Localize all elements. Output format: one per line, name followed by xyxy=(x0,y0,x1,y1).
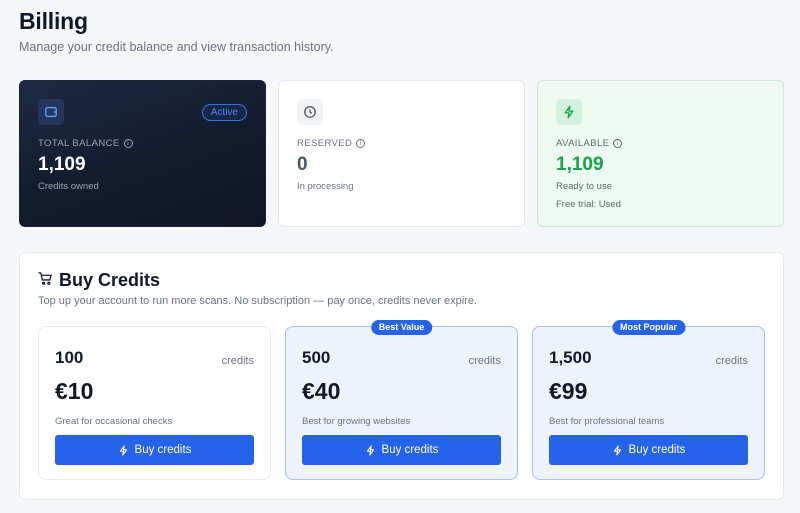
pack-amount: 500 xyxy=(302,348,331,367)
pack-description: Great for occasional checks xyxy=(55,416,173,427)
buy-credits-button-1500[interactable]: Buy credits xyxy=(549,435,748,465)
total-balance-label-text: TOTAL BALANCE xyxy=(38,138,120,149)
pack-unit: credits xyxy=(221,355,254,367)
lightning-icon xyxy=(556,99,582,125)
reserved-label-text: RESERVED xyxy=(297,138,353,149)
button-label: Buy credits xyxy=(134,444,192,456)
pack-amount: 100 xyxy=(55,348,84,367)
available-card: AVAILABLE i 1,109 Ready to use Free tria… xyxy=(537,80,784,227)
total-balance-card: Active TOTAL BALANCE i 1,109 Credits own… xyxy=(19,80,266,227)
buy-credits-button-100[interactable]: Buy credits xyxy=(55,435,254,465)
pack-price: €40 xyxy=(302,378,341,404)
free-trial-status: Free trial: Used xyxy=(556,199,621,210)
buy-credits-button-500[interactable]: Buy credits xyxy=(302,435,501,465)
buy-credits-title-text: Buy Credits xyxy=(59,270,161,290)
info-icon[interactable]: i xyxy=(356,139,366,148)
total-balance-caption: Credits owned xyxy=(38,181,99,192)
lightning-icon xyxy=(366,444,374,456)
lightning-icon xyxy=(119,444,127,456)
pack-amount: 1,500 xyxy=(549,348,592,367)
button-label: Buy credits xyxy=(628,444,686,456)
buy-credits-title: Buy Credits xyxy=(38,270,160,291)
buy-credits-subtitle: Top up your account to run more scans. N… xyxy=(38,295,477,307)
status-badge: Active xyxy=(201,104,247,121)
wallet-icon xyxy=(38,99,64,125)
pack-description: Best for professional teams xyxy=(549,416,665,427)
pack-price: €99 xyxy=(549,378,588,404)
reserved-label: RESERVED i xyxy=(297,138,366,149)
available-value: 1,109 xyxy=(556,154,604,175)
reserved-value: 0 xyxy=(297,154,308,175)
reserved-card: RESERVED i 0 In processing xyxy=(278,80,525,227)
total-balance-label: TOTAL BALANCE i xyxy=(38,138,133,149)
reserved-caption: In processing xyxy=(297,181,354,192)
pack-description: Best for growing websites xyxy=(302,416,411,427)
credit-pack-500: Best Value 500 credits €40 Best for grow… xyxy=(285,320,518,480)
pack-unit: credits xyxy=(715,355,748,367)
info-icon[interactable]: i xyxy=(123,139,133,148)
available-caption: Ready to use xyxy=(556,181,612,192)
button-label: Buy credits xyxy=(381,444,439,456)
pack-unit: credits xyxy=(468,355,501,367)
page-title: Billing xyxy=(19,8,88,34)
credit-pack-1500: Most Popular 1,500 credits €99 Best for … xyxy=(532,320,765,480)
credit-pack-100: 100 credits €10 Great for occasional che… xyxy=(38,326,271,480)
available-label: AVAILABLE i xyxy=(556,138,623,149)
page-subtitle: Manage your credit balance and view tran… xyxy=(19,40,334,54)
cart-icon xyxy=(38,270,53,291)
most-popular-badge: Most Popular xyxy=(611,320,686,335)
available-label-text: AVAILABLE xyxy=(556,138,610,149)
pack-price: €10 xyxy=(55,378,94,404)
total-balance-value: 1,109 xyxy=(38,154,86,175)
info-icon[interactable]: i xyxy=(613,139,623,148)
clock-icon xyxy=(297,99,323,125)
lightning-icon xyxy=(613,444,621,456)
buy-credits-panel: Buy Credits Top up your account to run m… xyxy=(19,252,784,500)
best-value-badge: Best Value xyxy=(370,320,433,335)
